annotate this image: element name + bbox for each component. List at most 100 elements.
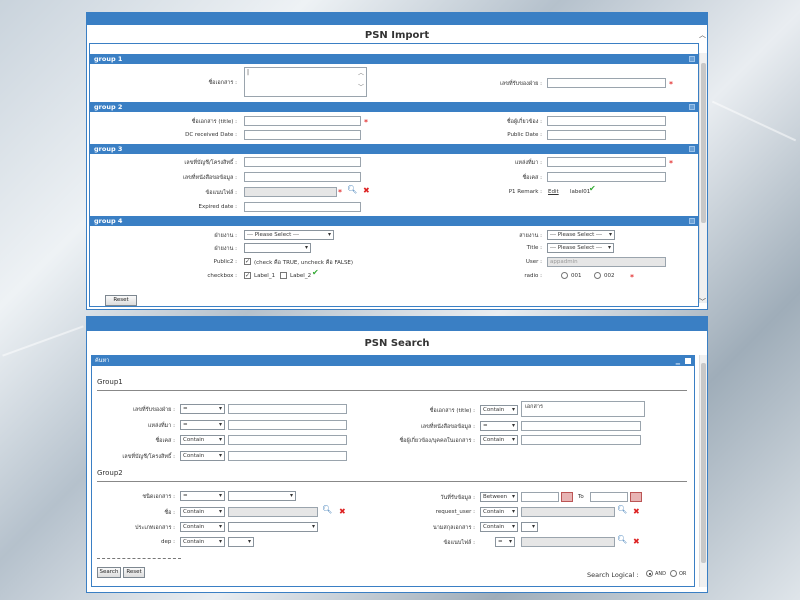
s-attach-input[interactable] [521,537,615,547]
scroll-up-icon[interactable]: ︿ [699,31,706,39]
import-scrollbar[interactable] [699,53,707,303]
account-input[interactable] [244,157,361,167]
group1-divider [97,390,687,391]
dc-received-input[interactable] [244,130,361,140]
s-related-input[interactable] [521,435,641,445]
search-icon[interactable]: 🔍︎ [617,536,627,544]
textarea-scroll-icon[interactable]: ﹀ [358,84,364,92]
public-checkbox[interactable]: ✓ [244,258,251,265]
label-1-checkbox[interactable]: ✓ [244,272,251,279]
search-scrollbar[interactable] [699,355,707,587]
required-icon: * [669,159,673,168]
doc-title-input[interactable] [244,116,361,126]
radio-001[interactable] [561,272,568,279]
line-select[interactable]: --- Please Select --- [547,230,615,240]
s-name-input[interactable] [228,507,318,517]
s-category-select[interactable] [228,522,318,532]
s-received-from[interactable] [521,492,559,502]
related-input[interactable] [547,116,666,126]
s-category-op[interactable]: Contain [180,522,225,532]
delete-icon[interactable]: ✖ [633,538,640,546]
s-dep-select[interactable] [228,537,254,547]
public-date-input[interactable] [547,130,666,140]
s-received-to[interactable] [590,492,628,502]
branch-select[interactable] [244,243,311,253]
import-scroll-thumb[interactable] [701,63,706,223]
s-case-op[interactable]: Contain [180,435,225,445]
import-reset-button[interactable]: Reset [105,295,137,306]
scroll-down-icon[interactable]: ﹀ [699,298,706,306]
s-title-op[interactable]: Contain [480,405,518,415]
s-doctype-select[interactable] [228,491,296,501]
s-agency-label: เลขที่รับของฝ่าย : [133,407,175,413]
group-2-header[interactable]: group 2 [90,102,698,112]
s-received-op[interactable]: Between [480,492,518,502]
attach-input[interactable] [244,187,337,197]
search-icon[interactable]: 🔍︎ [322,506,332,514]
s-doctype-op[interactable]: = [180,491,225,501]
doc-name-textarea[interactable]: | ︿ ﹀ [244,67,367,97]
delete-icon[interactable]: ✖ [633,508,640,516]
s-case-input[interactable] [228,435,347,445]
s-surname-select[interactable] [521,522,538,532]
s-account-input[interactable] [228,451,347,461]
title-select[interactable]: --- Please Select --- [547,243,614,253]
s-name-op[interactable]: Contain [180,507,225,517]
collapse-icon[interactable] [689,218,695,224]
source-input[interactable] [547,157,666,167]
s-title-label: ชื่อเอกสาร (title) : [429,408,475,414]
group1-title: Group1 [97,378,123,386]
s-title-textarea[interactable]: เอกสาร [521,401,645,417]
s-source-op[interactable]: = [180,420,225,430]
s-source-label: แหล่งที่มา : [147,423,175,429]
expired-label: Expired date : [198,204,237,210]
s-surname-op[interactable]: Contain [480,522,518,532]
search-reset-button[interactable]: Reset [123,567,145,578]
agency-no-input[interactable] [547,78,666,88]
group-3-header[interactable]: group 3 [90,144,698,154]
label-2-checkbox[interactable] [280,272,287,279]
s-agency-input[interactable] [228,404,347,414]
s-source-input[interactable] [228,420,347,430]
delete-icon[interactable]: ✖ [339,508,346,516]
search-icon[interactable]: 🔍︎ [617,506,627,514]
s-agency-op[interactable]: = [180,404,225,414]
dc-received-label: DC received Date : [185,132,237,138]
s-attach-op[interactable]: = [495,537,515,547]
maximize-icon[interactable] [685,358,691,364]
search-icon[interactable]: 🔍︎ [347,186,357,194]
textarea-scroll-icon[interactable]: ︿ [358,70,364,78]
s-book-input[interactable] [521,421,641,431]
psn-import-window: PSN Import ︿ group 1 ชื่อเอกสาร : | ︿ ﹀ … [86,12,708,310]
calendar-icon[interactable] [561,492,573,502]
search-title-bar [87,317,707,331]
minimize-icon[interactable]: ▁ [676,357,680,367]
calendar-icon[interactable] [630,492,642,502]
group-4-header[interactable]: group 4 [90,216,698,226]
s-account-op[interactable]: Contain [180,451,225,461]
edit-link[interactable]: Edit [548,189,559,195]
s-request-user-input[interactable] [521,507,615,517]
radio-001-text: 001 [571,273,582,279]
user-input: appadmin [547,257,666,267]
group-1-header[interactable]: group 1 [90,54,698,64]
collapse-icon[interactable] [689,56,695,62]
search-button[interactable]: Search [97,567,121,578]
s-request-user-op[interactable]: Contain [480,507,518,517]
s-related-op[interactable]: Contain [480,435,518,445]
search-scroll-thumb[interactable] [701,363,706,563]
s-related-label: ชื่อผู้เกี่ยวข้อง/บุคคลในเอกสาร : [399,438,475,444]
expired-input[interactable] [244,202,361,212]
or-radio[interactable] [670,570,677,577]
s-book-op[interactable]: = [480,421,518,431]
keyword-input[interactable] [547,172,666,182]
book-no-input[interactable] [244,172,361,182]
s-dep-op[interactable]: Contain [180,537,225,547]
collapse-icon[interactable] [689,104,695,110]
radio-002[interactable] [594,272,601,279]
and-radio[interactable] [646,570,653,577]
s-account-label: เลขที่บัญชี/โครงสิทธิ์ : [122,454,175,460]
delete-icon[interactable]: ✖ [363,187,370,195]
collapse-icon[interactable] [689,146,695,152]
dept-select[interactable]: --- Please Select --- [244,230,334,240]
